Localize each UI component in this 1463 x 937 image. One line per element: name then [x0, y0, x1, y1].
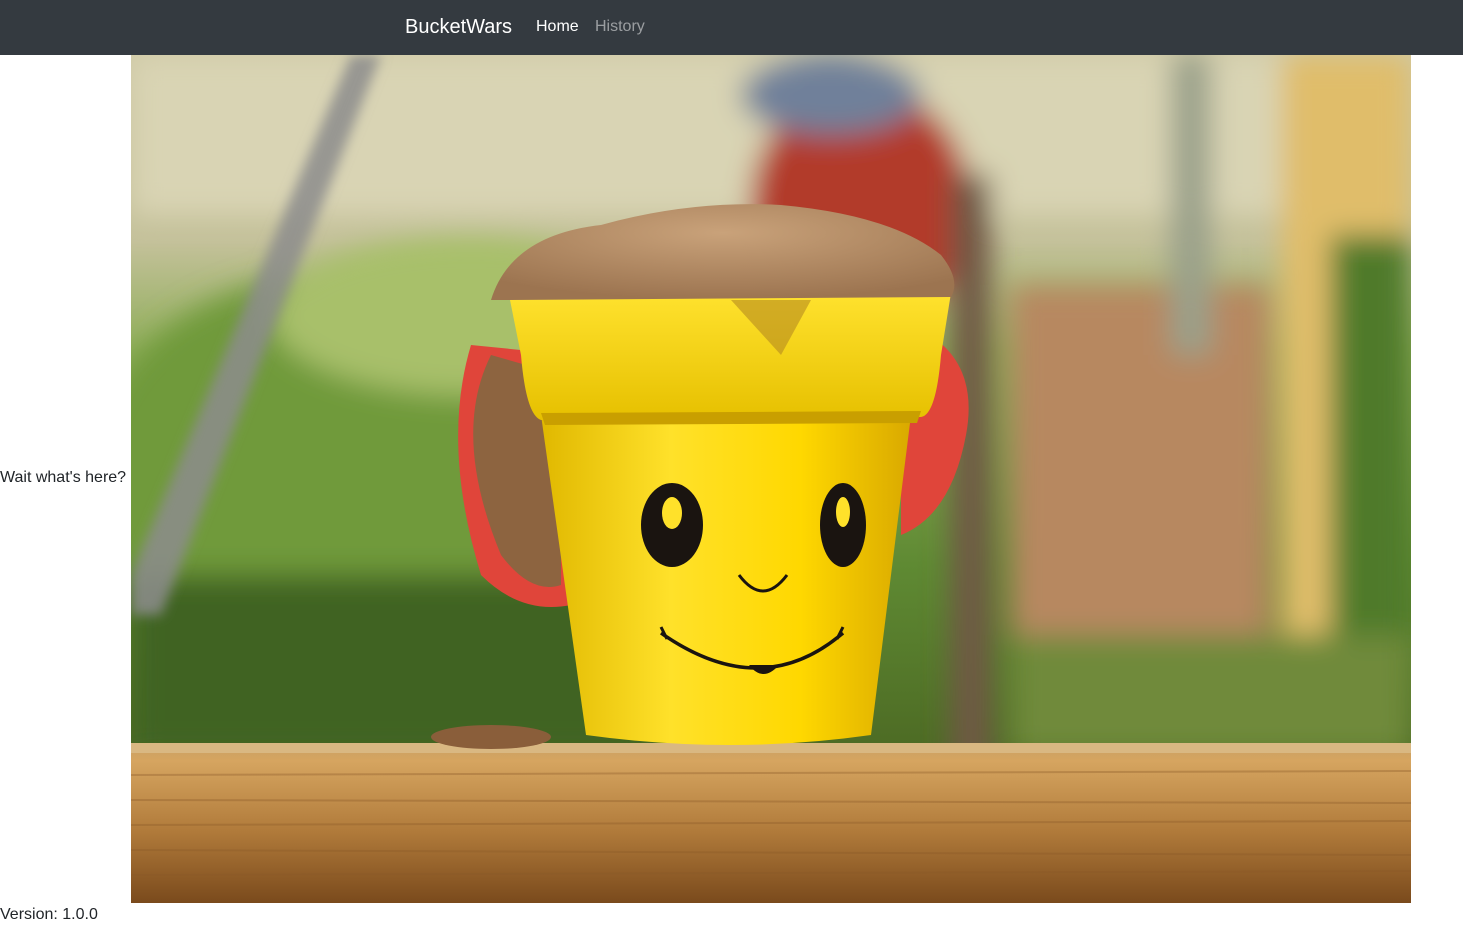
version-label: Version: 1.0.0 [0, 906, 98, 923]
hero-image [131, 55, 1411, 903]
side-caption: Wait what's here? [0, 469, 127, 486]
brand-link[interactable]: BucketWars [405, 15, 512, 39]
nav-link-home[interactable]: Home [536, 17, 579, 37]
top-navbar: BucketWars Home History [0, 0, 1463, 55]
nav-link-history[interactable]: History [595, 17, 645, 37]
bucket-illustration [131, 55, 1411, 903]
